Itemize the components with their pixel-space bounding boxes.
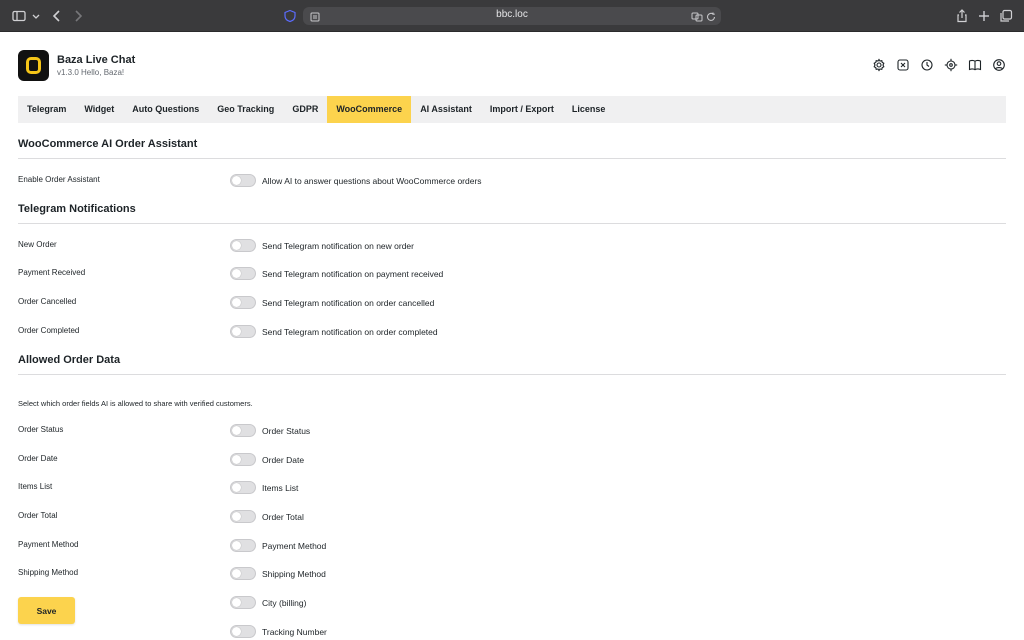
row-desc-enable-order-assistant: Allow AI to answer questions about WooCo… [262, 176, 482, 186]
row-desc-payment-method: Payment Method [262, 541, 327, 551]
close-square-icon[interactable] [896, 58, 910, 72]
save-button[interactable]: Save [18, 597, 75, 624]
row-desc-tracking-number: Tracking Number [262, 627, 327, 637]
row-desc-items-list: Items List [262, 483, 299, 493]
app-logo [18, 50, 49, 81]
user-icon[interactable] [992, 58, 1006, 72]
back-icon[interactable] [49, 8, 65, 24]
toggle-order-cancelled[interactable] [230, 296, 256, 309]
tab-geo-tracking[interactable]: Geo Tracking [208, 96, 283, 123]
row-label-items-list: Items List [18, 482, 53, 491]
row-label-order-status: Order Status [18, 425, 64, 434]
toggle-tracking-number[interactable] [230, 625, 256, 638]
toggle-payment-received[interactable] [230, 267, 256, 280]
row-label-order-date: Order Date [18, 454, 58, 463]
row-desc-order-total: Order Total [262, 512, 304, 522]
sidebar-icon[interactable] [11, 8, 27, 24]
settings-icon[interactable] [872, 58, 886, 72]
toggle-order-total[interactable] [230, 510, 256, 523]
shield-icon[interactable] [283, 9, 297, 23]
tab-gdpr[interactable]: GDPR [283, 96, 327, 123]
section-title-order-data: Allowed Order Data [18, 354, 121, 366]
row-label-payment-method: Payment Method [18, 540, 79, 549]
toggle-order-date[interactable] [230, 453, 256, 466]
row-label-new-order: New Order [18, 240, 57, 249]
row-label-order-total: Order Total [18, 511, 58, 520]
toggle-city-billing[interactable] [230, 596, 256, 609]
tab-widget[interactable]: Widget [75, 96, 123, 123]
toggle-payment-method[interactable] [230, 539, 256, 552]
translate-icon[interactable] [691, 10, 703, 22]
app-header: Baza Live Chat v1.3.0 Hello, Baza! [18, 50, 1006, 82]
clock-icon[interactable] [920, 58, 934, 72]
tabs-overview-icon[interactable] [998, 8, 1014, 24]
tab-woocommerce[interactable]: WooCommerce [327, 96, 412, 123]
tab-import-export[interactable]: Import / Export [481, 96, 563, 123]
url-text: bbc.loc [496, 9, 528, 20]
share-icon[interactable] [954, 8, 970, 24]
section-divider [18, 158, 1006, 159]
section-title-ai-assistant: WooCommerce AI Order Assistant [18, 138, 198, 150]
row-desc-order-date: Order Date [262, 455, 305, 465]
tab-license[interactable]: License [563, 96, 615, 123]
section-divider [18, 374, 1006, 375]
toggle-order-status[interactable] [230, 424, 256, 437]
row-label-order-cancelled: Order Cancelled [18, 297, 77, 306]
row-label-order-completed: Order Completed [18, 326, 80, 335]
section-divider [18, 223, 1006, 224]
row-desc-new-order: Send Telegram notification on new order [262, 241, 414, 251]
tab-ai-assistant[interactable]: AI Assistant [411, 96, 481, 123]
new-tab-icon[interactable] [976, 8, 992, 24]
row-label-enable-order-assistant: Enable Order Assistant [18, 175, 100, 184]
app-subtitle: v1.3.0 Hello, Baza! [57, 68, 125, 77]
row-desc-order-status: Order Status [262, 426, 311, 436]
row-label-payment-received: Payment Received [18, 268, 86, 277]
forward-icon[interactable] [70, 8, 86, 24]
row-desc-payment-received: Send Telegram notification on payment re… [262, 269, 444, 279]
chevron-down-icon[interactable] [28, 8, 40, 24]
row-desc-city-billing: City (billing) [262, 598, 307, 608]
tab-telegram[interactable]: Telegram [18, 96, 75, 123]
row-desc-order-completed: Send Telegram notification on order comp… [262, 327, 438, 337]
section-helper-text: Select which order fields AI is allowed … [18, 399, 253, 408]
settings-tabs: Telegram Widget Auto Questions Geo Track… [18, 96, 1006, 123]
reload-icon[interactable] [705, 10, 717, 22]
tab-auto-questions[interactable]: Auto Questions [123, 96, 208, 123]
toggle-shipping-method[interactable] [230, 567, 256, 580]
address-bar[interactable]: bbc.loc [303, 7, 721, 25]
app-title: Baza Live Chat [57, 54, 136, 66]
browser-toolbar: bbc.loc [0, 0, 1024, 32]
header-actions [872, 58, 1006, 72]
row-label-shipping-method: Shipping Method [18, 568, 79, 577]
toggle-new-order[interactable] [230, 239, 256, 252]
toggle-order-completed[interactable] [230, 325, 256, 338]
toggle-enable-order-assistant[interactable] [230, 174, 256, 187]
section-title-telegram: Telegram Notifications [18, 203, 136, 215]
book-icon[interactable] [968, 58, 982, 72]
target-icon[interactable] [944, 58, 958, 72]
row-desc-order-cancelled: Send Telegram notification on order canc… [262, 298, 435, 308]
toggle-items-list[interactable] [230, 481, 256, 494]
row-desc-shipping-method: Shipping Method [262, 569, 326, 579]
